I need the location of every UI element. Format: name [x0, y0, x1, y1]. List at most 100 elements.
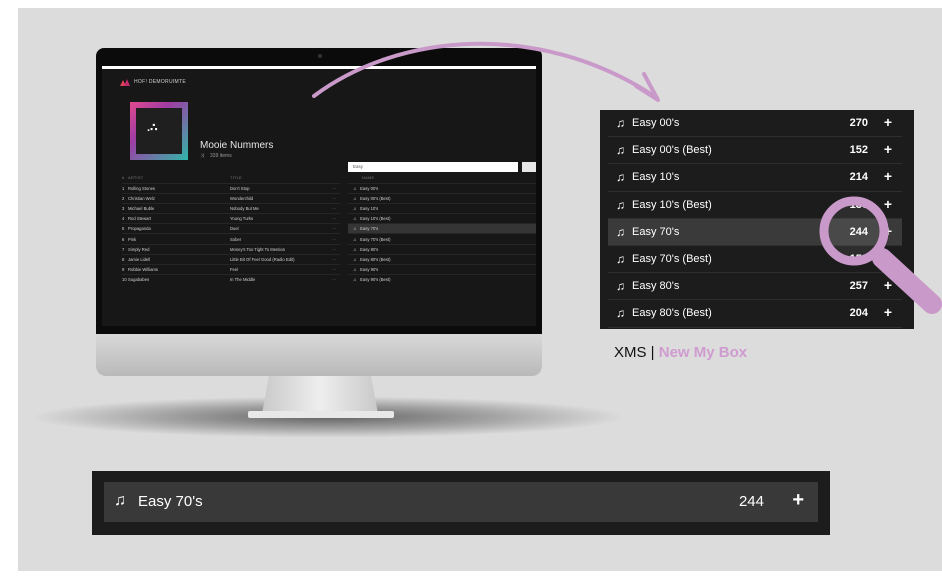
promo-canvas: HOF! DEMORUIMTE .∴ Mooie Nummers ⤨ 339 it…: [18, 8, 942, 571]
caption-prefix: XMS |: [614, 344, 659, 361]
playlist-option[interactable]: ♫ Easy 90's: [348, 263, 536, 274]
more-options-button[interactable]: ···: [332, 267, 340, 272]
add-playlist-button[interactable]: +: [792, 489, 804, 512]
music-note-icon: ♫: [616, 251, 625, 266]
playlist-name: Easy 10's: [632, 171, 680, 184]
playlist-item-count: ⤨ 339 items: [200, 153, 232, 159]
music-note-icon: ♫: [114, 492, 126, 509]
playlist-title: Mooie Nummers: [200, 140, 274, 151]
music-note-icon: ♫: [353, 266, 357, 272]
music-note-icon: ♫: [616, 197, 625, 212]
highlighted-playlist-row[interactable]: ♫ Easy 70's 244 +: [104, 482, 818, 522]
track-row[interactable]: 9 Robbie Williams Feel ···: [122, 263, 340, 274]
playlist-track-count: 214: [849, 171, 868, 184]
playlist-name: Easy 80's: [632, 280, 680, 293]
more-options-button[interactable]: ···: [332, 277, 340, 282]
more-options-button[interactable]: ···: [332, 206, 340, 211]
imac-screen: HOF! DEMORUIMTE .∴ Mooie Nummers ⤨ 339 it…: [102, 66, 536, 326]
music-note-icon: ♫: [353, 226, 357, 232]
more-options-button[interactable]: ···: [332, 196, 340, 201]
column-header-artist: ARTIST: [128, 175, 144, 180]
music-note-icon: ♫: [616, 143, 625, 158]
music-note-icon: ♫: [353, 186, 357, 192]
playlist-row[interactable]: ♫ Easy 00's (Best) 152 +: [608, 137, 902, 165]
add-playlist-button[interactable]: +: [884, 250, 892, 266]
music-note-icon: ♫: [353, 256, 357, 262]
more-options-button[interactable]: ···: [332, 216, 340, 221]
track-artist: Rolling Stones: [128, 186, 156, 192]
track-row[interactable]: 8 Jamie Lidell Little Bit Of Feel Good (Ra…: [122, 253, 340, 264]
playlist-option-name: Easy 80's (Best): [360, 256, 391, 262]
playlist-name: Easy 70's (Best): [632, 252, 712, 265]
track-artist: Sugababes: [128, 276, 150, 282]
playlist-row[interactable]: ♫ Easy 80's (Best) 204 +: [608, 300, 902, 328]
music-note-icon: ♫: [616, 224, 625, 239]
playlist-option[interactable]: ♫ Easy 80's: [348, 243, 536, 254]
playlist-name: Easy 10's (Best): [632, 198, 712, 211]
playlist-row[interactable]: ♫ Easy 10's 214 +: [608, 164, 902, 192]
track-artist: Pink: [128, 236, 137, 242]
music-note-icon: ♫: [616, 306, 625, 321]
playlist-option[interactable]: ♫ Easy 80's (Best): [348, 253, 536, 264]
more-options-button[interactable]: ···: [332, 247, 340, 252]
playlist-picker-list: ♫ Easy 00's ♫ Easy 00's (Best) ♫ Easy 10's ♫ Ea…: [348, 183, 536, 284]
app-title: HOF! DEMORUIMTE: [134, 79, 186, 85]
playlist-option[interactable]: ♫ Easy 10's: [348, 203, 536, 213]
playlist-row[interactable]: ♫ Easy 80's 257 +: [608, 273, 902, 301]
playlist-row[interactable]: ♫ Easy 00's 270 +: [608, 110, 902, 138]
playlist-row[interactable]: ♫ Easy 70's 244 +: [608, 218, 902, 246]
music-note-icon: ♫: [353, 216, 357, 222]
playlist-option-name: Easy 90's (Best): [360, 276, 391, 282]
add-playlist-button[interactable]: +: [884, 277, 892, 293]
track-row[interactable]: 6 Pink Sober ···: [122, 233, 340, 243]
column-header-name: NAME: [362, 175, 375, 180]
track-artist: Christian Welz: [128, 196, 155, 202]
add-playlist-button[interactable]: +: [884, 114, 892, 130]
playlist-option-name: Easy 70's: [360, 226, 379, 232]
more-options-button[interactable]: ···: [332, 237, 340, 242]
add-playlist-button[interactable]: +: [884, 168, 892, 184]
add-playlist-button[interactable]: +: [884, 223, 892, 239]
search-button[interactable]: [522, 162, 536, 172]
music-note-icon: ♫: [616, 279, 625, 294]
track-row[interactable]: 2 Christian Welz Wonderchild ···: [122, 193, 340, 203]
music-note-icon: ♫: [353, 246, 357, 252]
playlist-row[interactable]: ♫ Easy 10's (Best) 130 +: [608, 192, 902, 219]
playlist-name: Easy 00's: [632, 117, 680, 129]
track-row[interactable]: 3 Michael Buble Nobody But Me ···: [122, 203, 340, 213]
playlist-row[interactable]: ♫ Easy 70's (Best) 152 +: [608, 246, 902, 274]
playlist-search-input[interactable]: Easy: [348, 162, 518, 172]
track-row[interactable]: 10 Sugababes In The Middle ···: [122, 273, 340, 284]
playlist-option[interactable]: ♫ Easy 70's (Best): [348, 233, 536, 243]
track-row[interactable]: 1 Rolling Stones Don't Stop ···: [122, 183, 340, 193]
column-header-title: TITLE: [230, 175, 242, 180]
playlist-option[interactable]: ♫ Easy 00's: [348, 183, 536, 193]
music-note-icon: ♫: [353, 196, 357, 202]
playlist-option[interactable]: ♫ Easy 90's (Best): [348, 273, 536, 284]
track-title: Nobody But Me: [230, 206, 259, 212]
more-options-button[interactable]: ···: [332, 257, 340, 262]
track-artist: Michael Buble: [128, 206, 155, 212]
playlist-option[interactable]: ♫ Easy 10's (Best): [348, 213, 536, 223]
playlist-option-name: Easy 90's: [360, 266, 379, 272]
track-title: Money's Too Tight To Mention: [230, 246, 286, 252]
more-options-button[interactable]: ···: [332, 226, 340, 231]
track-row[interactable]: 7 Simply Red Money's Too Tight To Mention ·…: [122, 243, 340, 254]
more-options-button[interactable]: ···: [332, 186, 340, 191]
track-title: Wonderchild: [230, 196, 254, 202]
add-playlist-button[interactable]: +: [884, 141, 892, 157]
playlist-option-name: Easy 00's: [360, 186, 379, 192]
playlist-option[interactable]: ♫ Easy 00's (Best): [348, 193, 536, 203]
add-playlist-button[interactable]: +: [884, 304, 892, 320]
add-playlist-button[interactable]: +: [884, 196, 892, 212]
playlist-option[interactable]: ♫ Easy 70's: [348, 223, 536, 234]
music-note-icon: ♫: [353, 276, 357, 282]
track-title: Duel: [230, 226, 239, 232]
track-row[interactable]: 5 Propaganda Duel ···: [122, 223, 340, 233]
playlist-track-count: 130: [849, 198, 868, 211]
track-title: Little Bit Of Feel Good (Radio Edit): [230, 256, 295, 262]
camera-icon: [318, 54, 322, 58]
track-artist: Robbie Williams: [128, 266, 159, 272]
track-row[interactable]: 4 Rod Stewart Young Turks ···: [122, 213, 340, 223]
playlist-track-count: 244: [738, 493, 764, 510]
